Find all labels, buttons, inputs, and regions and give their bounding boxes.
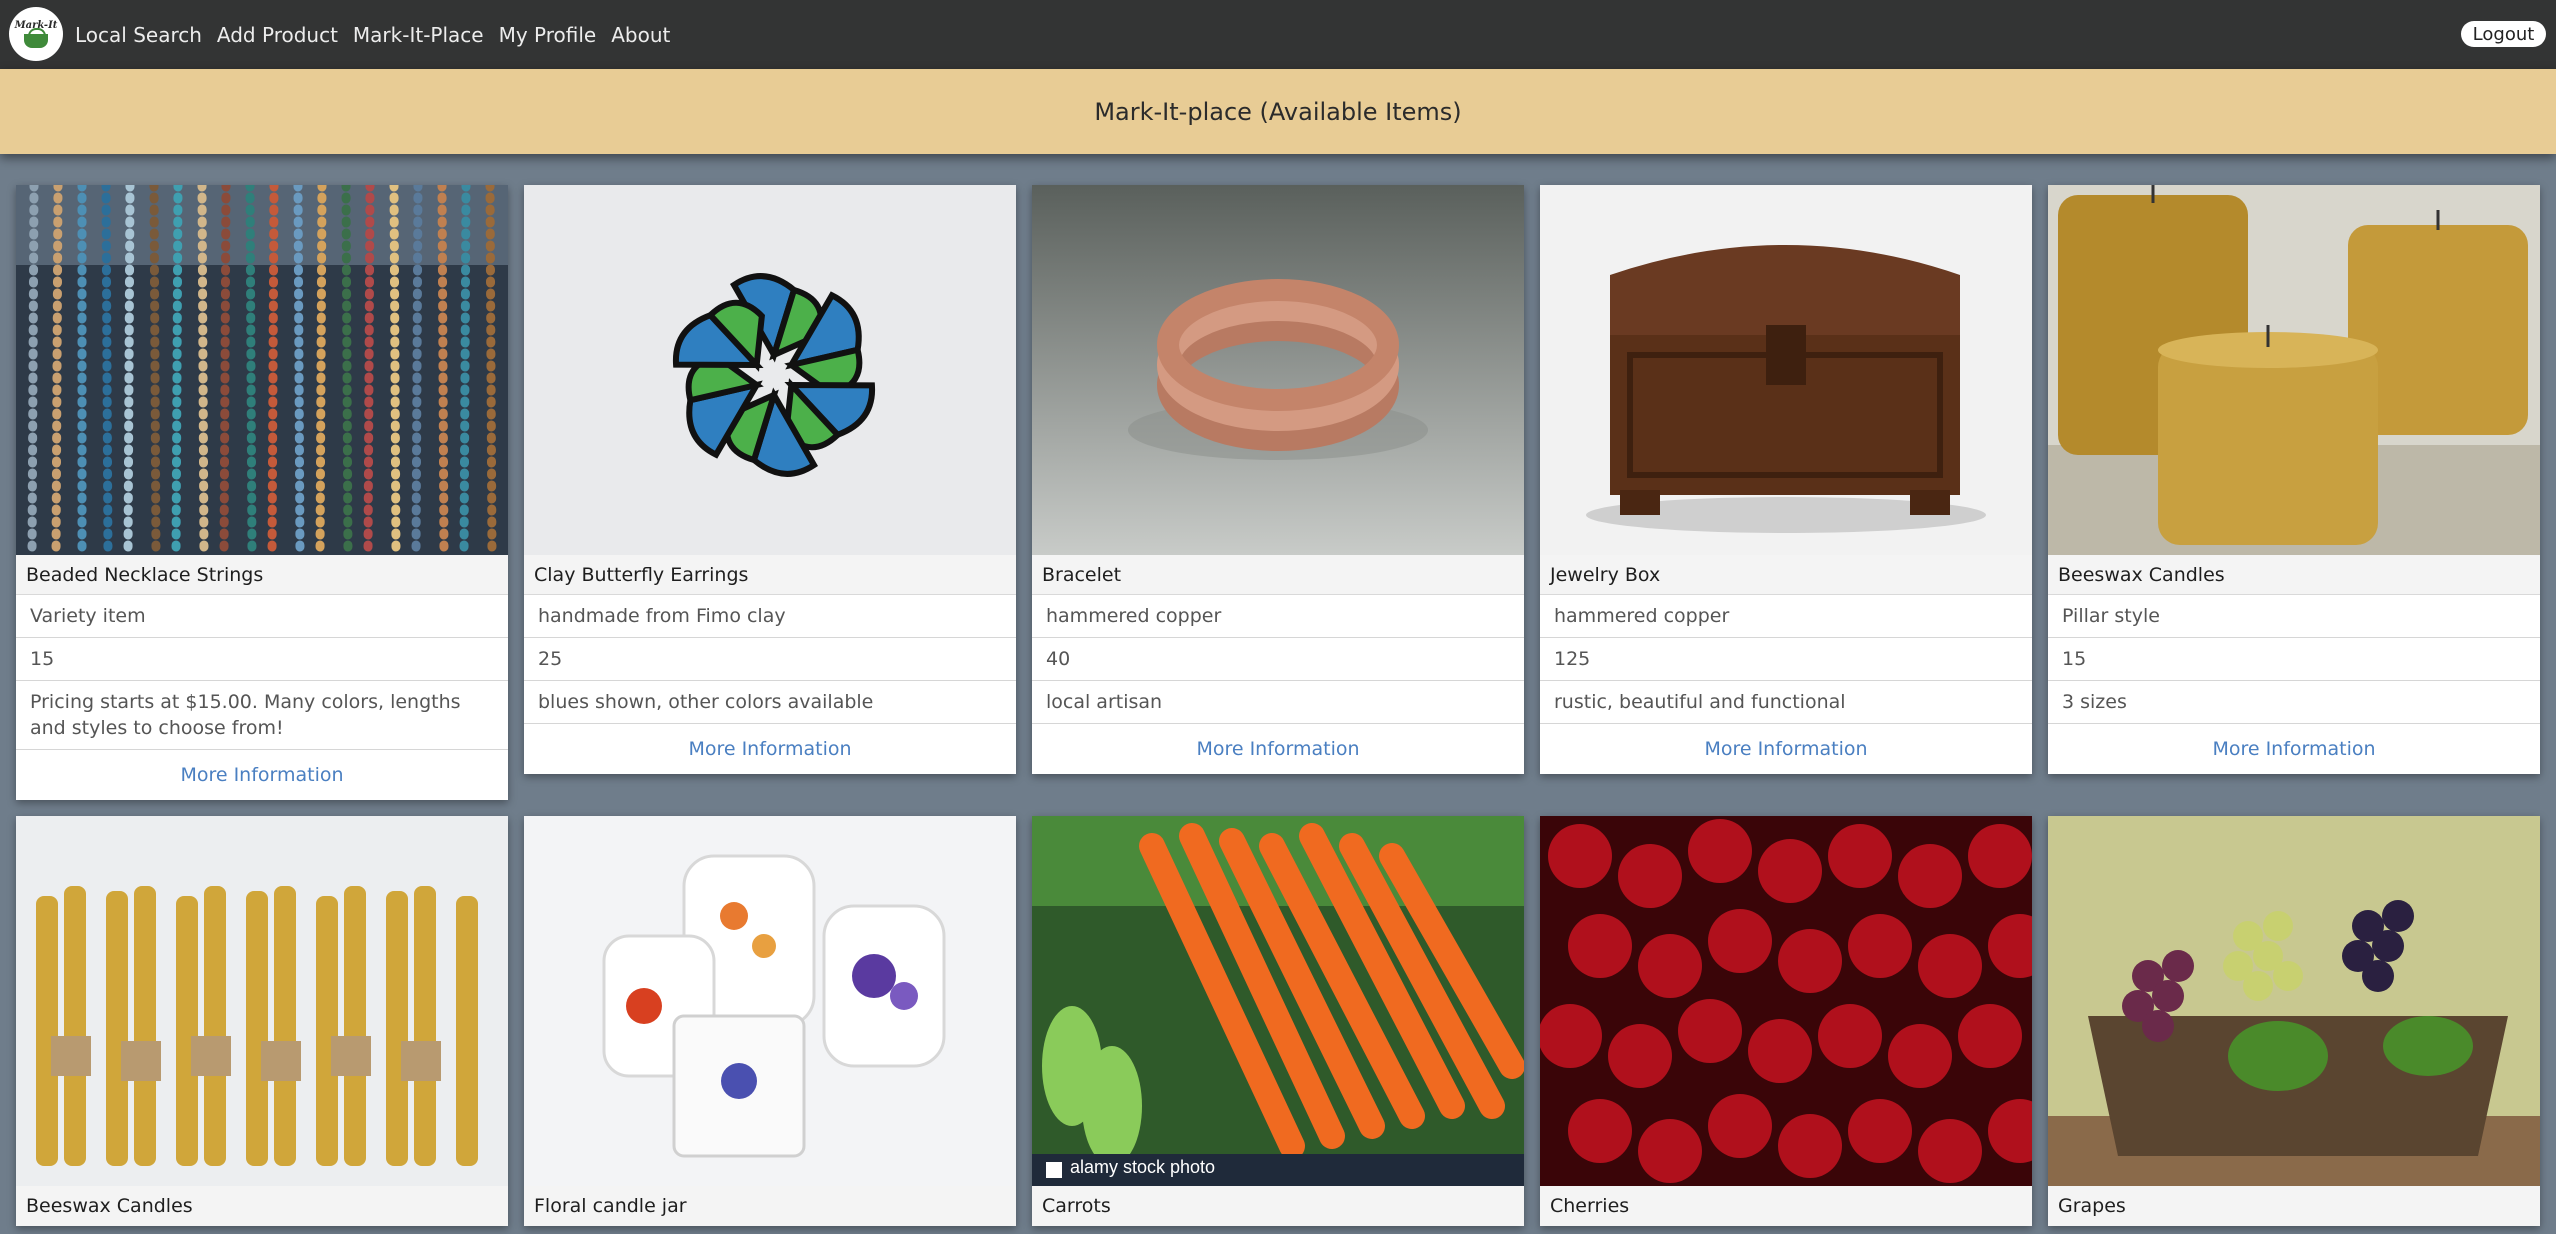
product-image-butterfly-earrings[interactable] — [524, 185, 1016, 555]
more-information-link[interactable]: More Information — [1540, 724, 2032, 774]
logout-button[interactable]: Logout — [2461, 21, 2546, 47]
product-notes: blues shown, other colors available — [524, 681, 1016, 724]
image-watermark: alamy stock photo — [1070, 1157, 1216, 1177]
page-header: Mark-It-place (Available Items) — [0, 69, 2556, 154]
nav-links: Local Search Add Product Mark-It-Place M… — [75, 0, 685, 69]
brand-logo[interactable]: Mark-It — [9, 7, 63, 61]
product-image-grapes[interactable] — [2048, 816, 2540, 1186]
product-description: handmade from Fimo clay — [524, 595, 1016, 638]
navbar: Mark-It Local Search Add Product Mark-It… — [0, 0, 2556, 69]
product-image-taper-candles[interactable] — [16, 816, 508, 1186]
nav-link-my-profile[interactable]: My Profile — [499, 23, 597, 47]
more-information-link[interactable]: More Information — [1032, 724, 1524, 774]
product-name: Beaded Necklace Strings — [16, 555, 508, 595]
product-grid: Beaded Necklace Strings Variety item 15 … — [16, 185, 2540, 1226]
product-image-necklaces[interactable] — [16, 185, 508, 555]
more-information-link[interactable]: More Information — [524, 724, 1016, 774]
product-notes: Pricing starts at $15.00. Many colors, l… — [16, 681, 508, 750]
product-card: Beaded Necklace Strings Variety item 15 … — [16, 185, 508, 800]
product-card: alamy stock photo Carrots — [1032, 816, 1524, 1226]
product-notes: local artisan — [1032, 681, 1524, 724]
product-name: Bracelet — [1032, 555, 1524, 595]
product-image-pillar-candles[interactable] — [2048, 185, 2540, 555]
product-notes: 3 sizes — [2048, 681, 2540, 724]
nav-link-about[interactable]: About — [611, 23, 670, 47]
product-card: Floral candle jar — [524, 816, 1016, 1226]
page-title: Mark-It-place (Available Items) — [1094, 97, 1462, 126]
product-card: Beeswax Candles Pillar style 15 3 sizes … — [2048, 185, 2540, 774]
product-name: Carrots — [1032, 1186, 1524, 1226]
product-description: hammered copper — [1540, 595, 2032, 638]
product-name: Floral candle jar — [524, 1186, 1016, 1226]
product-quantity: 40 — [1032, 638, 1524, 681]
nav-link-local-search[interactable]: Local Search — [75, 23, 202, 47]
more-information-link[interactable]: More Information — [16, 750, 508, 800]
product-card: Jewelry Box hammered copper 125 rustic, … — [1540, 185, 2032, 774]
product-description: hammered copper — [1032, 595, 1524, 638]
nav-link-mark-it-place[interactable]: Mark-It-Place — [353, 23, 484, 47]
product-card: Grapes — [2048, 816, 2540, 1226]
more-information-link[interactable]: More Information — [2048, 724, 2540, 774]
product-card: Bracelet hammered copper 40 local artisa… — [1032, 185, 1524, 774]
product-quantity: 15 — [16, 638, 508, 681]
product-image-jewelry-box[interactable] — [1540, 185, 2032, 555]
product-description: Pillar style — [2048, 595, 2540, 638]
product-name: Grapes — [2048, 1186, 2540, 1226]
product-quantity: 25 — [524, 638, 1016, 681]
product-image-bracelet[interactable] — [1032, 185, 1524, 555]
product-description: Variety item — [16, 595, 508, 638]
product-name: Cherries — [1540, 1186, 2032, 1226]
product-card: Clay Butterfly Earrings handmade from Fi… — [524, 185, 1016, 774]
basket-icon — [24, 28, 48, 48]
product-name: Jewelry Box — [1540, 555, 2032, 595]
product-image-carrots[interactable]: alamy stock photo — [1032, 816, 1524, 1186]
product-notes: rustic, beautiful and functional — [1540, 681, 2032, 724]
product-image-cherries[interactable] — [1540, 816, 2032, 1186]
product-name: Beeswax Candles — [2048, 555, 2540, 595]
product-card: Beeswax Candles — [16, 816, 508, 1226]
nav-link-add-product[interactable]: Add Product — [217, 23, 338, 47]
product-quantity: 125 — [1540, 638, 2032, 681]
product-name: Clay Butterfly Earrings — [524, 555, 1016, 595]
product-name: Beeswax Candles — [16, 1186, 508, 1226]
product-quantity: 15 — [2048, 638, 2540, 681]
product-card: Cherries — [1540, 816, 2032, 1226]
product-image-floral-candle-jar[interactable] — [524, 816, 1016, 1186]
